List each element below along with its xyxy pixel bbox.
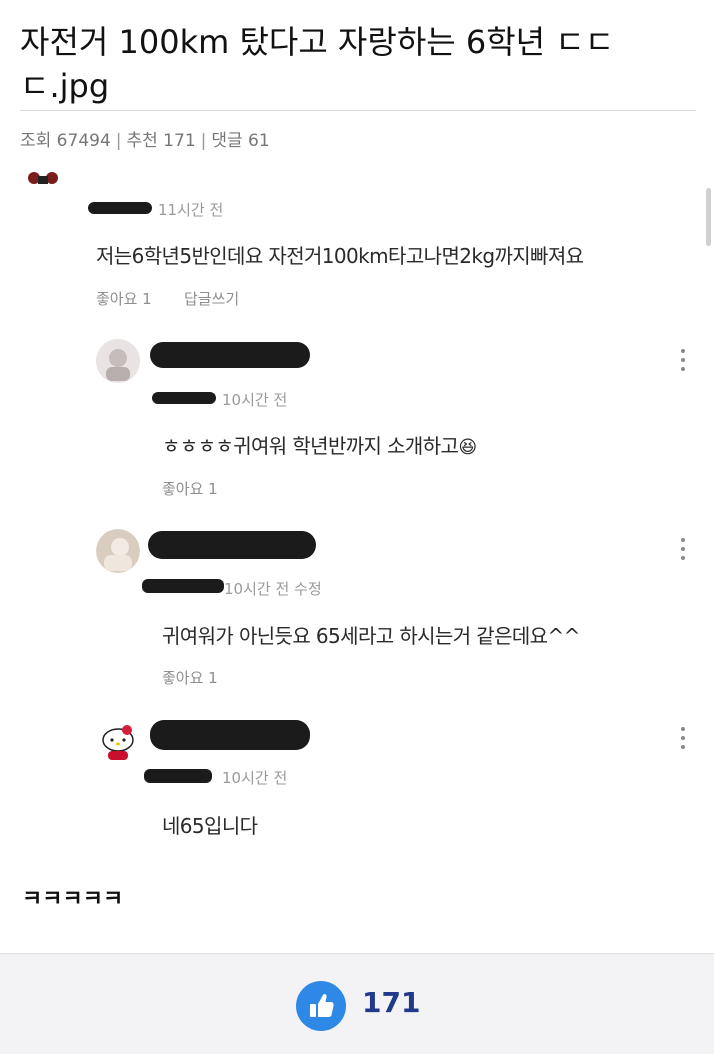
post-title: 자전거 100km 탔다고 자랑하는 6학년 ㄷㄷㄷ.jpg bbox=[20, 23, 615, 105]
title-divider bbox=[20, 110, 696, 111]
laughing-emoji-icon: 😆 bbox=[458, 437, 477, 458]
post-meta: 조회 67494 | 추천 171 | 댓글 61 bbox=[20, 126, 270, 151]
post-body-text: ㅋㅋㅋㅋㅋ bbox=[22, 887, 124, 905]
reply-button[interactable]: 답글쓰기 bbox=[184, 288, 239, 309]
avatar bbox=[96, 529, 140, 573]
avatar bbox=[22, 156, 64, 188]
comment-text: 네65입니다 bbox=[162, 814, 258, 838]
avatar bbox=[96, 718, 140, 762]
embedded-comment-screenshot: 11시간 전 저는6학년5반인데요 자전거100km타고나면2kg까지빠져요 좋… bbox=[0, 156, 714, 890]
meta-separator: | bbox=[115, 131, 122, 151]
redacted-username bbox=[150, 342, 310, 368]
comment-time: 11시간 전 bbox=[158, 201, 224, 219]
like-button[interactable]: 좋아요 1 bbox=[162, 478, 218, 499]
redacted-username bbox=[150, 720, 310, 750]
comment-time: 10시간 전 bbox=[222, 769, 288, 787]
comment-text: 저는6학년5반인데요 자전거100km타고나면2kg까지빠져요 bbox=[96, 244, 584, 268]
more-vert-icon[interactable] bbox=[681, 538, 687, 565]
redacted-nickname bbox=[152, 392, 216, 404]
like-button[interactable]: 좋아요 1 bbox=[96, 288, 152, 309]
recommend-count-display: 171 bbox=[362, 986, 421, 1019]
view-count: 조회 67494 bbox=[20, 131, 111, 151]
avatar bbox=[96, 339, 140, 383]
redacted-username bbox=[148, 531, 316, 559]
comment-text: 귀여워가 아닌듯요 65세라고 하시는거 같은데요^^ bbox=[162, 624, 580, 648]
recommend-bar: 171 bbox=[0, 953, 714, 1054]
meta-separator: | bbox=[200, 131, 207, 151]
redacted-nickname bbox=[144, 769, 212, 783]
comment-time: 10시간 전 bbox=[222, 391, 288, 409]
more-vert-icon[interactable] bbox=[681, 349, 687, 376]
recommend-button[interactable] bbox=[296, 981, 346, 1031]
redacted-username bbox=[88, 202, 152, 214]
comment-count: 댓글 61 bbox=[211, 131, 270, 151]
more-vert-icon[interactable] bbox=[681, 727, 687, 754]
comment-time: 10시간 전 수정 bbox=[224, 580, 322, 598]
like-button[interactable]: 좋아요 1 bbox=[162, 667, 218, 688]
scrollbar bbox=[706, 188, 711, 246]
thumbs-up-icon bbox=[310, 993, 334, 1017]
comment-text: ㅎㅎㅎㅎ귀여워 학년반까지 소개하고😆 bbox=[162, 430, 477, 459]
redacted-nickname bbox=[142, 579, 224, 593]
comment-text-body: ㅎㅎㅎㅎ귀여워 학년반까지 소개하고 bbox=[162, 434, 459, 458]
recommend-count: 추천 171 bbox=[126, 131, 196, 151]
